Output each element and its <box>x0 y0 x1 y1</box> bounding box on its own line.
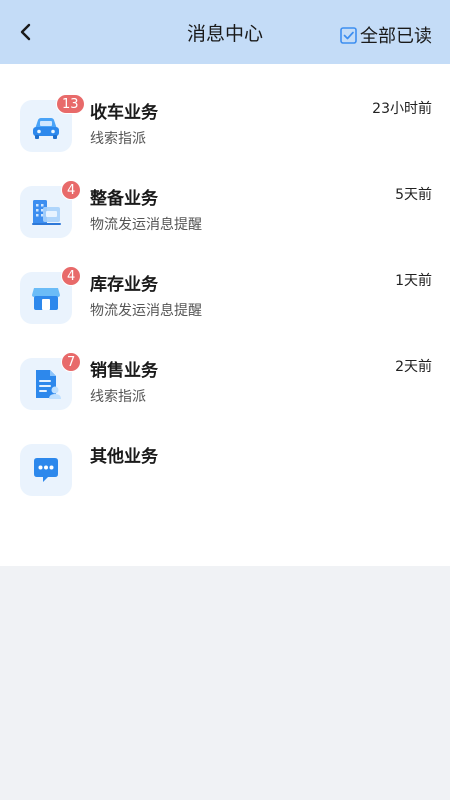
message-subtitle: 物流发运消息提醒 <box>90 303 202 319</box>
mark-all-read-label: 全部已读 <box>360 26 432 47</box>
chevron-left-icon <box>20 23 31 41</box>
header-bar: 消息中心 全部已读 <box>0 0 450 64</box>
chat-bubble-icon <box>34 458 58 482</box>
message-title: 库存业务 <box>90 275 158 295</box>
mark-all-read-button[interactable]: 全部已读 <box>340 22 432 48</box>
checkbox-check-icon <box>340 26 357 44</box>
car-icon <box>33 118 59 139</box>
message-title: 整备业务 <box>90 189 158 209</box>
message-subtitle: 线索指派 <box>90 131 146 147</box>
unread-count-badge: 4 <box>61 266 82 286</box>
unread-count-badge: 13 <box>56 94 85 114</box>
message-item-preparation[interactable]: 4 整备业务 物流发运消息提醒 5天前 <box>0 150 450 238</box>
message-item-other[interactable]: 其他业务 <box>0 408 450 496</box>
message-item-sales[interactable]: 7 销售业务 线索指派 2天前 <box>0 322 450 410</box>
message-time: 5天前 <box>395 187 432 203</box>
message-title: 收车业务 <box>90 103 158 123</box>
message-title: 销售业务 <box>90 361 158 381</box>
message-item-vehicle-collection[interactable]: 13 收车业务 线索指派 23小时前 <box>0 64 450 152</box>
message-list: 13 收车业务 线索指派 23小时前 4 整备业务 物流发运消息提醒 5天前 4… <box>0 64 450 566</box>
store-icon <box>32 288 60 310</box>
message-subtitle: 线索指派 <box>90 389 146 405</box>
building-icon <box>32 200 61 225</box>
back-button[interactable] <box>12 18 40 46</box>
unread-count-badge: 4 <box>61 180 82 200</box>
message-subtitle: 物流发运消息提醒 <box>90 217 202 233</box>
document-person-icon <box>36 370 61 399</box>
unread-count-badge: 7 <box>61 352 82 372</box>
message-item-inventory[interactable]: 4 库存业务 物流发运消息提醒 1天前 <box>0 236 450 324</box>
message-title: 其他业务 <box>90 447 158 467</box>
message-time: 1天前 <box>395 273 432 289</box>
message-icon-container <box>20 444 72 496</box>
message-time: 2天前 <box>395 359 432 375</box>
empty-background <box>0 566 450 800</box>
message-time: 23小时前 <box>372 101 432 117</box>
